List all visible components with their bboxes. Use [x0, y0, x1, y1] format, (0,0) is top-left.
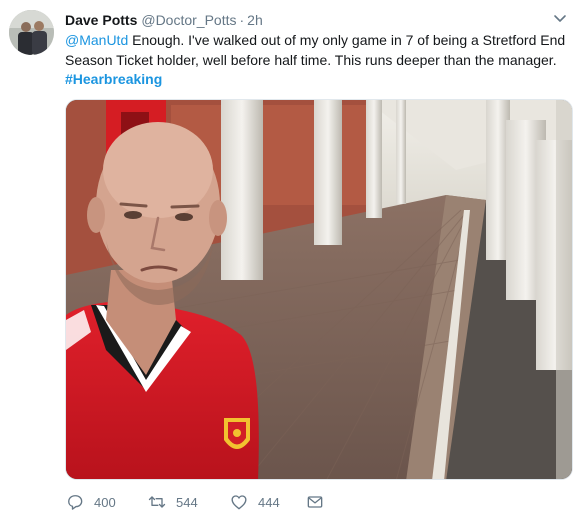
- separator-dot: ·: [239, 12, 245, 28]
- heart-icon: [231, 495, 247, 510]
- like-count: 444: [258, 494, 280, 510]
- retweet-count: 544: [176, 494, 198, 510]
- retweet-icon: [148, 496, 166, 508]
- mention-link[interactable]: @ManUtd: [65, 32, 128, 48]
- avatar[interactable]: [9, 10, 54, 55]
- envelope-icon: [307, 496, 323, 508]
- like-button[interactable]: 444: [229, 490, 280, 514]
- retweet-button[interactable]: 544: [147, 490, 198, 514]
- hashtag-link[interactable]: #Hearbreaking: [65, 71, 162, 87]
- timestamp[interactable]: 2h: [247, 12, 263, 28]
- tweet-header: Dave Potts @Doctor_Potts · 2h: [65, 11, 263, 29]
- tweet-text: @ManUtd Enough. I've walked out of my on…: [65, 31, 573, 90]
- author-name[interactable]: Dave Potts: [65, 12, 137, 28]
- tweet-actions: 400 544 444: [65, 490, 365, 514]
- reply-icon: [68, 495, 83, 510]
- reply-button[interactable]: 400: [65, 490, 116, 514]
- tweet-photo[interactable]: [65, 99, 573, 480]
- author-handle[interactable]: @Doctor_Potts: [141, 12, 236, 28]
- direct-message-button[interactable]: [305, 490, 325, 514]
- tweet-card: Dave Potts @Doctor_Potts · 2h @ManUtd Enoug…: [0, 0, 579, 521]
- reply-count: 400: [94, 494, 116, 510]
- chevron-down-icon[interactable]: [552, 10, 568, 26]
- tweet-body: Enough. I've walked out of my only game …: [65, 32, 566, 68]
